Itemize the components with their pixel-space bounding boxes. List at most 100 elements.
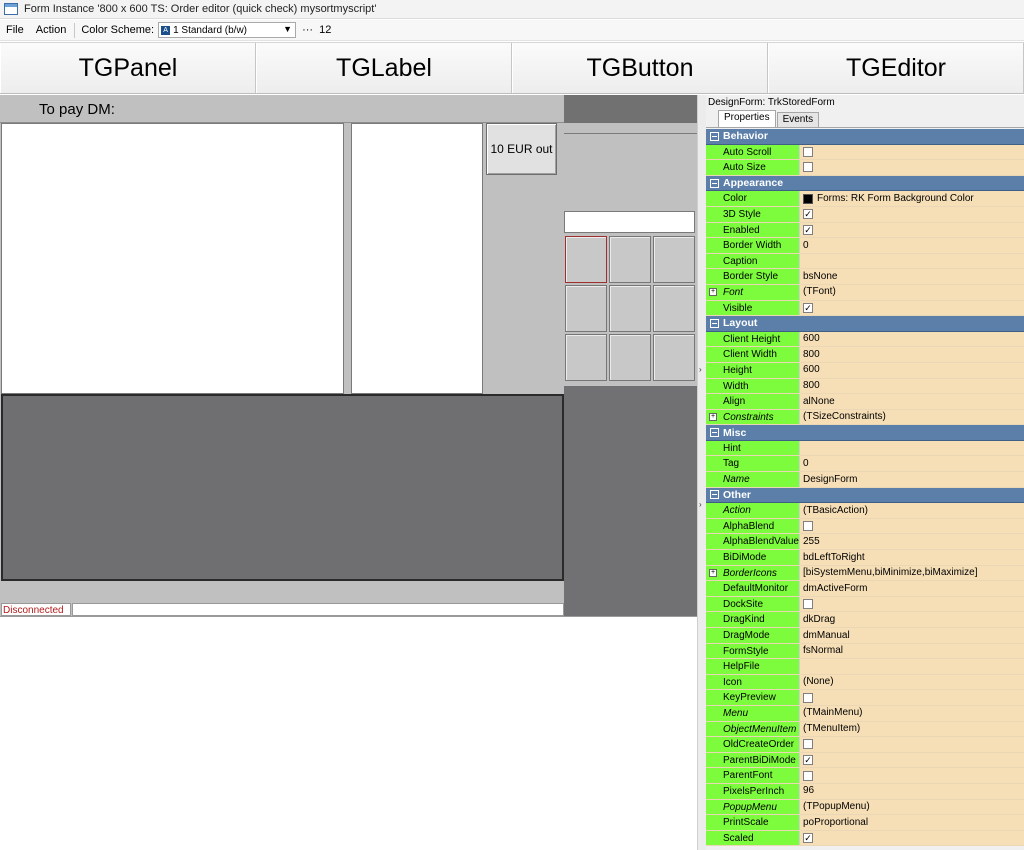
property-name[interactable]: DragMode [706,628,800,643]
property-name[interactable]: Hint [706,440,800,456]
chevron-down-icon[interactable]: ▼ [283,24,292,34]
property-value[interactable]: 255 [800,534,1024,550]
property-row[interactable]: Caption [706,253,1024,270]
property-name[interactable]: Auto Scroll [706,144,800,160]
property-name[interactable]: BiDiMode [706,550,800,565]
keypad-cell[interactable] [565,334,607,381]
property-name[interactable]: Border Width [706,238,800,253]
property-value[interactable]: DesignForm [800,472,1024,487]
eur-out-button[interactable]: 10 EUR out [486,123,557,175]
keypad-cell[interactable] [609,334,651,381]
expand-icon[interactable]: + [709,287,717,296]
property-name[interactable]: Width [706,378,800,394]
keypad-cell[interactable] [653,236,695,283]
property-value[interactable]: poProportional [800,815,1024,830]
property-row[interactable]: DefaultMonitor dmActiveForm [706,581,1024,597]
property-row[interactable]: ObjectMenuItem (TMenuItem) [706,721,1024,738]
property-row[interactable]: BiDiMode bdLeftToRight [706,550,1024,566]
property-row[interactable]: Border Style bsNone [706,269,1024,285]
property-value[interactable]: dkDrag [800,612,1024,627]
property-row[interactable]: Name DesignForm [706,472,1024,488]
checkbox-unchecked[interactable] [803,146,813,157]
property-name[interactable]: KeyPreview [706,690,800,705]
property-value[interactable]: alNone [800,394,1024,409]
property-value[interactable]: 600 [800,362,1024,378]
palette-tgeditor-button[interactable]: TGEditor [768,43,1024,93]
property-row[interactable]: Tag 0 [706,456,1024,473]
property-row[interactable]: DragMode dmManual [706,628,1024,644]
property-value[interactable]: ✓ [800,206,1024,222]
checkbox-checked[interactable]: ✓ [803,224,813,235]
property-row[interactable]: OldCreateOrder [706,737,1024,753]
property-row[interactable]: + Constraints (TSizeConstraints) [706,409,1024,426]
property-row[interactable]: FormStyle fsNormal [706,643,1024,660]
property-row[interactable]: ParentBiDiMode ✓ [706,752,1024,769]
property-name[interactable]: Client Width [706,347,800,362]
property-value[interactable]: 0 [800,456,1024,472]
menu-file[interactable]: File [0,24,30,36]
property-row[interactable]: Height 600 [706,362,1024,379]
property-name[interactable]: DragKind [706,612,800,627]
property-value[interactable]: dmActiveForm [800,581,1024,596]
property-value[interactable]: bsNone [800,269,1024,284]
property-value[interactable]: ✓ [800,300,1024,316]
property-value[interactable]: (TPopupMenu) [800,799,1024,815]
property-row[interactable]: Enabled ✓ [706,222,1024,239]
checkbox-unchecked[interactable] [803,739,813,750]
property-name[interactable]: Scaled [706,830,800,846]
category-layout[interactable]: Layout [706,316,1024,332]
property-value[interactable]: 800 [800,378,1024,394]
right-bottom-panel[interactable] [564,386,697,616]
property-value[interactable] [800,160,1024,175]
keypad-cell[interactable] [653,334,695,381]
property-name[interactable]: Height [706,362,800,378]
property-value[interactable]: (TFont) [800,284,1024,300]
checkbox-unchecked[interactable] [803,162,813,173]
property-value[interactable] [800,440,1024,456]
property-name[interactable]: Name [706,472,800,487]
property-row[interactable]: Client Height 600 [706,331,1024,348]
property-name[interactable]: DefaultMonitor [706,581,800,596]
property-row[interactable]: Width 800 [706,378,1024,395]
property-value[interactable] [800,737,1024,752]
menu-action[interactable]: Action [30,24,73,36]
keypad-input[interactable] [564,211,695,233]
checkbox-unchecked[interactable] [803,770,813,781]
collapse-icon[interactable] [710,131,719,141]
property-row[interactable]: AlphaBlendValue 255 [706,534,1024,551]
property-row[interactable]: Auto Size [706,160,1024,176]
scheme-more-button[interactable]: ··· [302,24,313,36]
property-row[interactable]: Auto Scroll [706,144,1024,161]
property-name[interactable]: ParentBiDiMode [706,752,800,768]
property-row[interactable]: PrintScale poProportional [706,815,1024,831]
property-name[interactable]: ParentFont [706,768,800,783]
property-name[interactable]: FormStyle [706,643,800,659]
checkbox-checked[interactable]: ✓ [803,302,813,313]
property-value[interactable]: fsNormal [800,643,1024,659]
property-row[interactable]: PopupMenu (TPopupMenu) [706,799,1024,816]
checkbox-checked[interactable]: ✓ [803,833,813,844]
color-scheme-select[interactable]: A 1 Standard (b/w) ▼ [158,22,297,38]
collapse-icon[interactable] [710,428,719,438]
property-name[interactable]: PopupMenu [706,799,800,815]
chevron-right-icon[interactable]: › [699,500,702,509]
property-value[interactable]: bdLeftToRight [800,550,1024,565]
property-name[interactable]: DockSite [706,596,800,612]
checkbox-checked[interactable]: ✓ [803,755,813,766]
property-value[interactable]: [biSystemMenu,biMinimize,biMaximize] [800,565,1024,581]
property-name[interactable]: OldCreateOrder [706,737,800,752]
display-panel[interactable] [564,95,697,123]
keypad-cell[interactable] [565,285,607,332]
expand-icon[interactable]: + [709,568,717,577]
property-row[interactable]: HelpFile [706,659,1024,675]
property-row[interactable]: Border Width 0 [706,238,1024,254]
collapse-icon[interactable] [710,490,719,500]
property-name[interactable]: AlphaBlend [706,518,800,534]
property-name[interactable]: Tag [706,456,800,472]
property-name[interactable]: Caption [706,253,800,269]
tab-properties[interactable]: Properties [718,110,776,127]
property-row[interactable]: Action (TBasicAction) [706,503,1024,519]
category-behavior[interactable]: Behavior [706,129,1024,145]
property-row[interactable]: ParentFont [706,768,1024,784]
property-name[interactable]: 3D Style [706,206,800,222]
